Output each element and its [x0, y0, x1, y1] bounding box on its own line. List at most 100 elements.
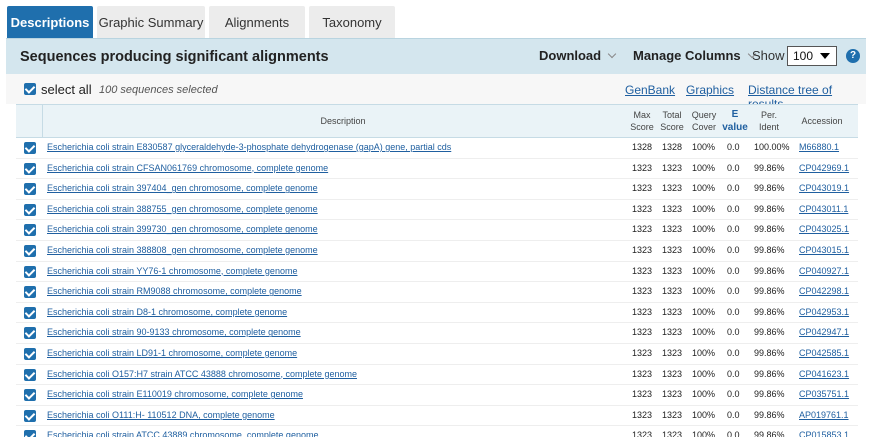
row-checkbox[interactable]: [24, 203, 36, 216]
row-max-score: 1323: [632, 389, 653, 400]
row-query-cover: 100%: [692, 183, 716, 194]
row-accession-link[interactable]: AP019761.1: [799, 410, 849, 420]
row-checkbox[interactable]: [24, 162, 36, 175]
row-total-score: 1323: [662, 203, 683, 214]
row-per-ident: 99.86%: [754, 183, 785, 194]
results-title: Sequences producing significant alignmen…: [20, 49, 329, 65]
row-checkbox[interactable]: [24, 389, 36, 402]
col-per-ident[interactable]: Per. Ident: [754, 105, 784, 138]
col-total-score[interactable]: Total Score: [656, 105, 688, 138]
row-accession-link[interactable]: M66880.1: [799, 142, 839, 152]
row-description-link[interactable]: Escherichia coli strain 388808_gen chrom…: [47, 245, 318, 255]
row-description-link[interactable]: Escherichia coli strain LD91-1 chromosom…: [47, 348, 297, 358]
row-checkbox[interactable]: [24, 409, 36, 422]
row-per-ident: 99.86%: [754, 430, 785, 437]
row-checkbox[interactable]: [24, 224, 36, 237]
row-checkbox[interactable]: [24, 306, 36, 319]
col-max-score[interactable]: Max Score: [627, 105, 657, 138]
col-query-cover[interactable]: Query Cover: [687, 105, 721, 138]
table-row: Escherichia coli O157:H7 strain ATCC 438…: [16, 365, 858, 386]
table-row: Escherichia coli strain E110019 chromoso…: [16, 385, 858, 406]
row-e-value: 0.0: [727, 306, 740, 317]
results-table: Description Max Score Total Score Query …: [16, 104, 858, 437]
row-description-link[interactable]: Escherichia coli O157:H7 strain ATCC 438…: [47, 369, 357, 379]
row-e-value: 0.0: [727, 430, 740, 437]
row-checkbox[interactable]: [24, 142, 36, 154]
select-all-bar: select all 100 sequences selected GenBan…: [6, 74, 866, 111]
row-per-ident: 99.86%: [754, 224, 785, 235]
help-icon[interactable]: ?: [846, 49, 860, 63]
row-checkbox[interactable]: [24, 327, 36, 340]
row-description-link[interactable]: Escherichia coli O111:H- 110512 DNA, com…: [47, 410, 275, 420]
row-accession-link[interactable]: CP035751.1: [799, 389, 849, 399]
col-accession[interactable]: Accession: [788, 105, 856, 138]
row-description-link[interactable]: Escherichia coli strain ATCC 43889 chrom…: [47, 430, 318, 437]
row-accession-link[interactable]: CP043025.1: [799, 224, 849, 234]
select-all-label[interactable]: select all: [41, 82, 92, 97]
row-accession-link[interactable]: CP042298.1: [799, 286, 849, 296]
row-checkbox[interactable]: [24, 347, 36, 360]
row-per-ident: 99.86%: [754, 306, 785, 317]
row-accession-link[interactable]: CP042969.1: [799, 163, 849, 173]
row-description-link[interactable]: Escherichia coli strain CFSAN061769 chro…: [47, 163, 328, 173]
row-description-link[interactable]: Escherichia coli strain RM9088 chromosom…: [47, 286, 302, 296]
row-query-cover: 100%: [692, 162, 716, 173]
row-description-link[interactable]: Escherichia coli strain YY76-1 chromosom…: [47, 266, 297, 276]
row-max-score: 1323: [632, 224, 653, 235]
select-all-checkbox[interactable]: [24, 83, 36, 95]
row-accession-link[interactable]: CP042585.1: [799, 348, 849, 358]
row-description-link[interactable]: Escherichia coli strain 397404_gen chrom…: [47, 183, 318, 193]
row-max-score: 1323: [632, 409, 653, 420]
row-checkbox[interactable]: [24, 183, 36, 196]
row-query-cover: 100%: [692, 203, 716, 214]
col-e-value[interactable]: E value: [720, 105, 750, 138]
manage-columns-menu[interactable]: Manage Columns: [633, 48, 756, 63]
table-body: Escherichia coli strain E830587 glyceral…: [16, 138, 858, 437]
row-description-link[interactable]: Escherichia coli strain 388755_gen chrom…: [47, 204, 318, 214]
row-e-value: 0.0: [727, 224, 740, 235]
row-description-link[interactable]: Escherichia coli strain D8-1 chromosome,…: [47, 307, 287, 317]
row-accession-link[interactable]: CP042947.1: [799, 327, 849, 337]
row-accession-link[interactable]: CP043015.1: [799, 245, 849, 255]
row-checkbox[interactable]: [24, 265, 36, 278]
graphics-link[interactable]: Graphics: [686, 83, 734, 97]
row-per-ident: 99.86%: [754, 389, 785, 400]
row-checkbox[interactable]: [24, 430, 36, 437]
row-accession-link[interactable]: CP015853.1: [799, 430, 849, 437]
row-checkbox[interactable]: [24, 286, 36, 299]
row-accession-link[interactable]: CP042953.1: [799, 307, 849, 317]
chevron-down-icon: [607, 49, 617, 59]
row-accession-link[interactable]: CP043019.1: [799, 183, 849, 193]
row-checkbox[interactable]: [24, 368, 36, 381]
row-accession-link[interactable]: CP040927.1: [799, 266, 849, 276]
table-row: Escherichia coli strain 397404_gen chrom…: [16, 179, 858, 200]
row-per-ident: 99.86%: [754, 244, 785, 255]
row-description-link[interactable]: Escherichia coli strain E110019 chromoso…: [47, 389, 303, 399]
row-total-score: 1323: [662, 347, 683, 358]
row-e-value: 0.0: [727, 142, 740, 152]
row-per-ident: 99.86%: [754, 162, 785, 173]
tab-alignments[interactable]: Alignments: [209, 6, 305, 38]
tab-descriptions[interactable]: Descriptions: [7, 6, 93, 38]
download-menu[interactable]: Download: [539, 48, 617, 63]
row-accession-link[interactable]: CP043011.1: [799, 204, 848, 214]
show-count-select[interactable]: 100: [787, 46, 837, 66]
row-per-ident: 99.86%: [754, 286, 785, 297]
row-query-cover: 100%: [692, 265, 716, 276]
row-query-cover: 100%: [692, 389, 716, 400]
row-description-link[interactable]: Escherichia coli strain 399730_gen chrom…: [47, 224, 318, 234]
row-per-ident: 99.86%: [754, 368, 785, 379]
row-description-link[interactable]: Escherichia coli strain E830587 glyceral…: [47, 142, 451, 152]
tab-graphic-summary[interactable]: Graphic Summary: [97, 6, 205, 38]
table-row: Escherichia coli strain YY76-1 chromosom…: [16, 262, 858, 283]
row-description-link[interactable]: Escherichia coli strain 90-9133 chromoso…: [47, 327, 301, 337]
col-description[interactable]: Description: [43, 105, 643, 138]
row-accession-link[interactable]: CP041623.1: [799, 369, 849, 379]
row-total-score: 1323: [662, 162, 683, 173]
genbank-link[interactable]: GenBank: [625, 83, 675, 97]
tab-taxonomy[interactable]: Taxonomy: [309, 6, 395, 38]
table-row: Escherichia coli O111:H- 110512 DNA, com…: [16, 406, 858, 427]
row-per-ident: 99.86%: [754, 409, 785, 420]
row-max-score: 1323: [632, 244, 653, 255]
row-checkbox[interactable]: [24, 244, 36, 257]
